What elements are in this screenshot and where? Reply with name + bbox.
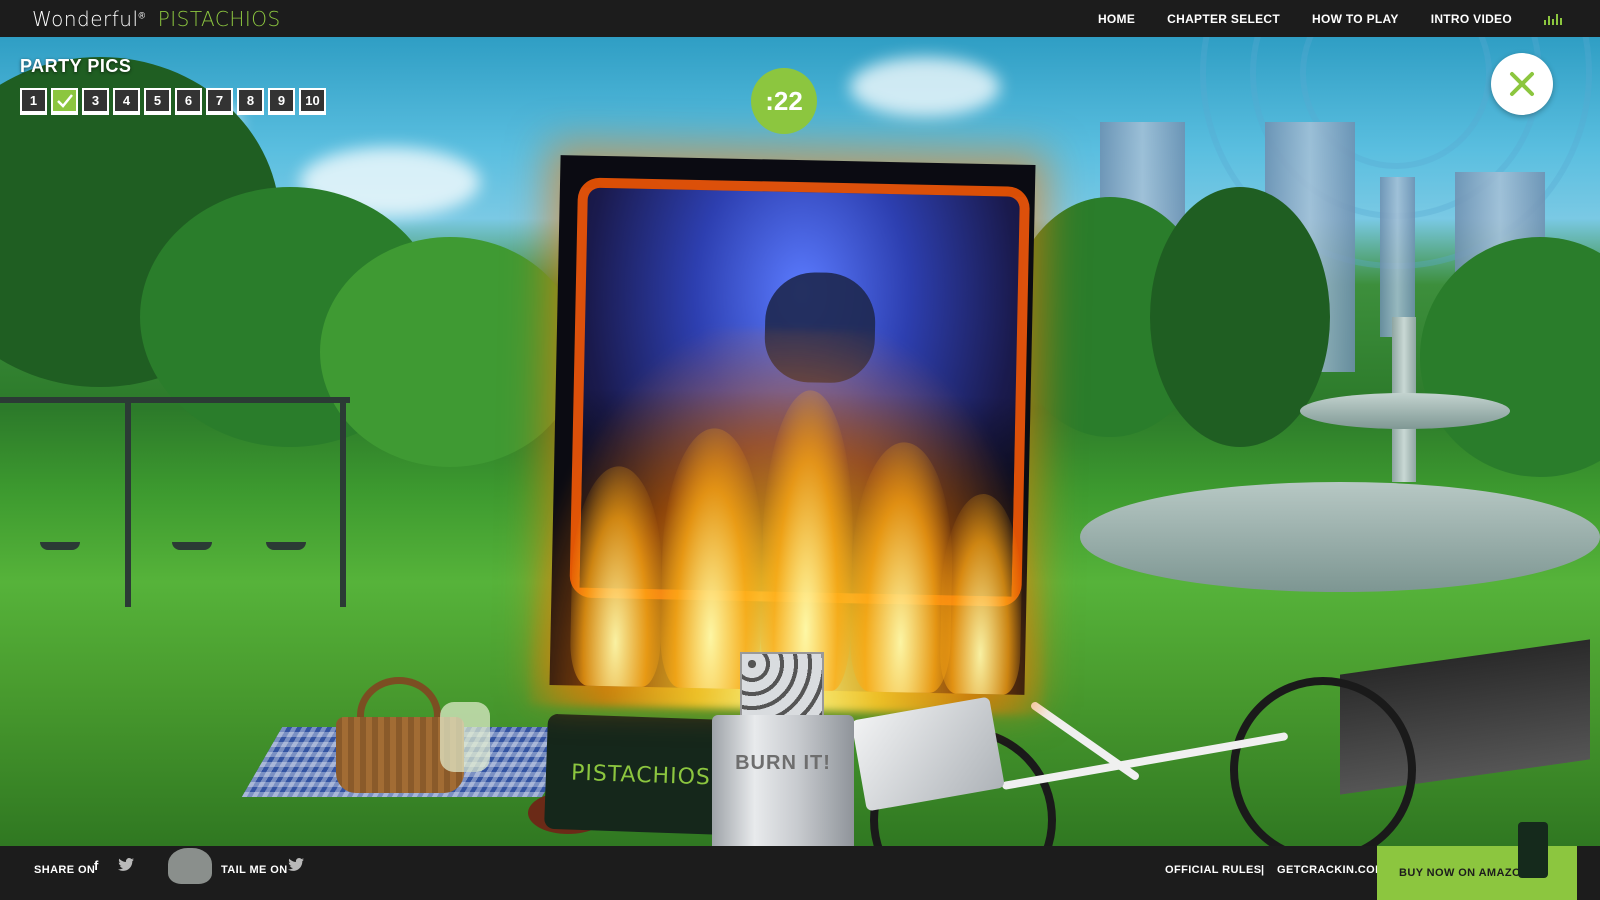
- level-tracker: 1 3 4 5 6 7 8 9 10: [20, 88, 326, 115]
- pistachio-bag: PISTACHIOS: [544, 713, 738, 836]
- share-on-label: SHARE ON: [34, 864, 96, 876]
- tail-me-on-label: TAIL ME ON: [221, 864, 288, 876]
- countdown-timer: :22: [751, 68, 817, 134]
- level-box[interactable]: 1: [20, 88, 47, 115]
- footer-separator: |: [1261, 864, 1265, 876]
- nav-chapter-select[interactable]: CHAPTER SELECT: [1167, 12, 1280, 26]
- burning-photo[interactable]: [529, 155, 1052, 716]
- skyscraper: [1380, 177, 1415, 337]
- nav-how-to-play[interactable]: HOW TO PLAY: [1312, 12, 1399, 26]
- lighter-chimney: [740, 652, 824, 722]
- close-button[interactable]: [1491, 53, 1553, 115]
- burn-it-label[interactable]: BURN IT!: [712, 752, 854, 775]
- level-box[interactable]: 3: [82, 88, 109, 115]
- level-box[interactable]: 4: [113, 88, 140, 115]
- swing-seat: [266, 542, 306, 550]
- swing-seat: [40, 542, 80, 550]
- swing-set-leg: [340, 397, 346, 607]
- level-box[interactable]: 7: [206, 88, 233, 115]
- bike-wheel: [1230, 677, 1416, 863]
- swing-set-leg: [125, 397, 131, 607]
- fountain-base: [1080, 482, 1600, 592]
- logo-brand: PISTACHIOS: [157, 7, 281, 31]
- facebook-icon[interactable]: f: [94, 858, 98, 873]
- cloud: [850, 57, 1000, 117]
- pistachio-bag-icon: [1518, 822, 1548, 878]
- checkmark-icon: [56, 93, 73, 108]
- level-box[interactable]: 6: [175, 88, 202, 115]
- level-box[interactable]: 5: [144, 88, 171, 115]
- equalizer-icon[interactable]: [1544, 13, 1562, 25]
- nav-home[interactable]: HOME: [1098, 12, 1135, 26]
- zippo-lighter[interactable]: [712, 715, 854, 863]
- park-scene: PISTACHIOS BURN IT!: [0, 37, 1600, 863]
- buy-now-label: BUY NOW ON AMAZON: [1399, 867, 1530, 879]
- elephant-mascot-icon: [168, 848, 212, 884]
- level-box[interactable]: 9: [268, 88, 295, 115]
- fountain-bowl: [1300, 393, 1510, 429]
- chapter-title: PARTY PICS: [20, 56, 132, 76]
- swing-seat: [172, 542, 212, 550]
- tree: [1420, 237, 1600, 477]
- top-nav-bar: Wonderful® PISTACHIOS HOME CHAPTER SELEC…: [0, 0, 1600, 37]
- getcrackin-link[interactable]: GETCRACKIN.COM: [1277, 864, 1385, 876]
- swing-set-bar: [0, 397, 350, 403]
- twitter-icon[interactable]: [288, 858, 304, 871]
- lemonade-jar: [440, 702, 490, 772]
- level-box[interactable]: 10: [299, 88, 326, 115]
- wonderful-pistachios-logo[interactable]: Wonderful® PISTACHIOS: [32, 7, 281, 32]
- main-nav: HOME CHAPTER SELECT HOW TO PLAY INTRO VI…: [1098, 0, 1562, 37]
- registered-mark: ®: [138, 10, 146, 21]
- logo-word: Wonderful: [32, 7, 139, 31]
- close-icon: [1510, 72, 1534, 96]
- twitter-icon[interactable]: [118, 858, 134, 871]
- level-box-completed[interactable]: [51, 88, 78, 115]
- level-box[interactable]: 8: [237, 88, 264, 115]
- official-rules-link[interactable]: OFFICIAL RULES: [1165, 864, 1261, 876]
- nav-intro-video[interactable]: INTRO VIDEO: [1431, 12, 1512, 26]
- pistachio-bag-label: PISTACHIOS: [570, 760, 712, 791]
